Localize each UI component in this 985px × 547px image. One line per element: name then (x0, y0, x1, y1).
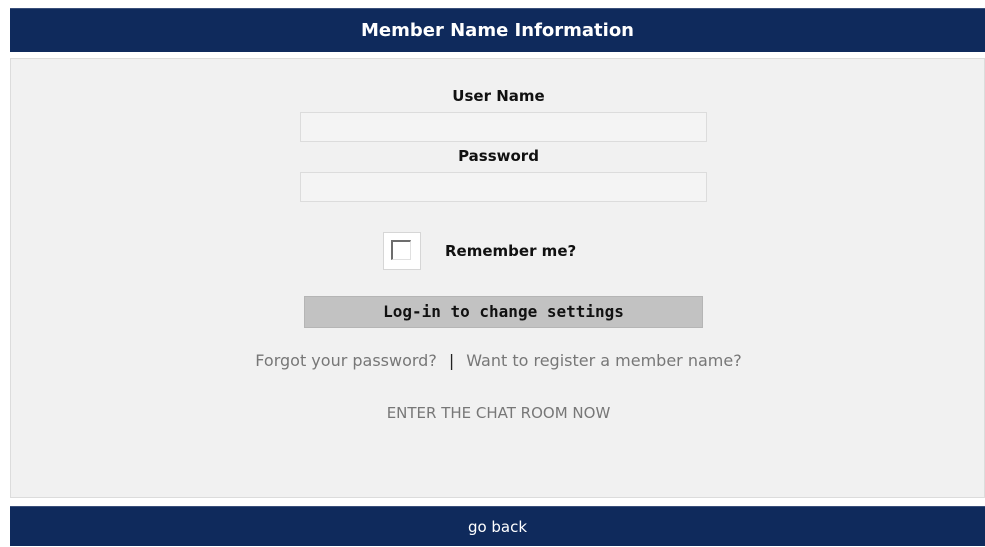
go-back-link[interactable]: go back (468, 518, 527, 536)
remember-label: Remember me? (445, 242, 577, 260)
enter-chat-room-link[interactable]: ENTER THE CHAT ROOM NOW (387, 404, 611, 422)
register-link[interactable]: Want to register a member name? (466, 351, 741, 370)
login-button[interactable]: Log-in to change settings (304, 296, 703, 328)
remember-checkbox-frame[interactable] (383, 232, 421, 270)
chat-room-link-row: ENTER THE CHAT ROOM NOW (11, 404, 985, 422)
link-separator: | (448, 351, 455, 370)
page-title: Member Name Information (361, 20, 634, 41)
page-title-bar: Member Name Information (10, 8, 985, 52)
password-label: Password (458, 147, 539, 165)
go-back-bar[interactable]: go back (10, 506, 985, 546)
username-input[interactable] (300, 112, 707, 142)
remember-checkbox[interactable] (391, 240, 411, 260)
forgot-password-link[interactable]: Forgot your password? (255, 351, 437, 370)
account-links: Forgot your password? | Want to register a… (11, 351, 985, 370)
username-label: User Name (452, 87, 545, 105)
password-input[interactable] (300, 172, 707, 202)
login-panel: User Name Password Remember me? Log-in t… (10, 58, 985, 498)
